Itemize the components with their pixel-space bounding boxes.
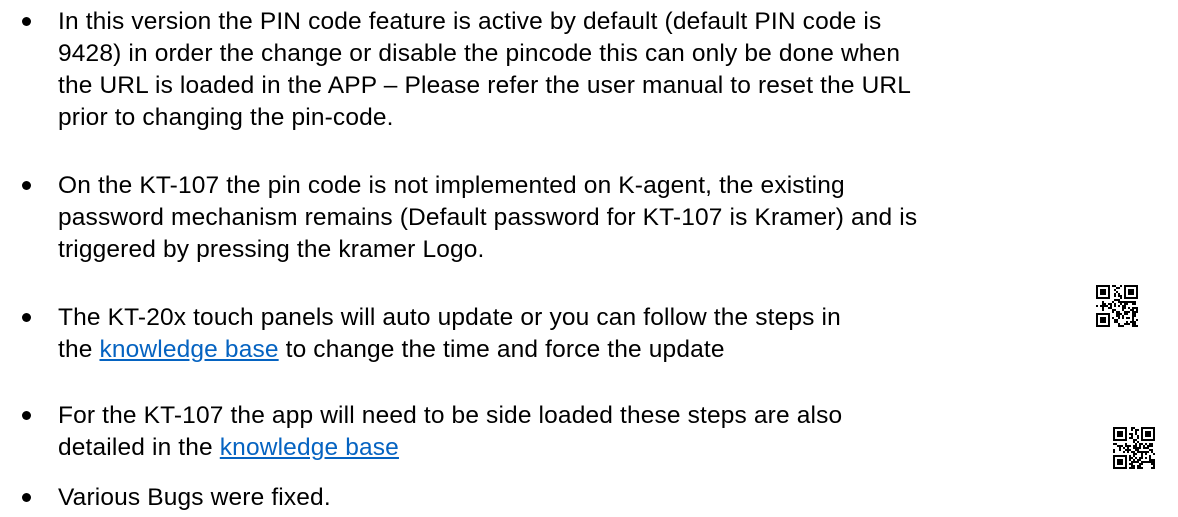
text-line: Various Bugs were fixed. — [58, 484, 331, 511]
text-line: the knowledge base to change the time an… — [58, 334, 1118, 366]
list-item-text: For the KT-107 the app will need to be s… — [58, 400, 1118, 464]
text-line: prior to changing the pin-code. — [58, 104, 394, 131]
text-line: For the KT-107 the app will need to be s… — [58, 402, 843, 429]
bullet-dot-icon — [22, 181, 31, 190]
bullet-list: In this version the PIN code feature is … — [0, 0, 1178, 517]
bullet-dot-icon — [22, 493, 31, 502]
list-item-text: The KT-20x touch panels will auto update… — [58, 302, 1118, 366]
bullet-dot-icon — [22, 17, 31, 26]
text-line: password mechanism remains (Default pass… — [58, 204, 918, 231]
text-fragment: to change the time and force the update — [278, 336, 725, 363]
text-line: triggered by pressing the kramer Logo. — [58, 236, 485, 263]
text-line: The KT-20x touch panels will auto update… — [58, 304, 841, 331]
text-line: In this version the PIN code feature is … — [58, 8, 882, 35]
knowledge-base-link[interactable]: knowledge base — [99, 336, 278, 363]
list-item-text: In this version the PIN code feature is … — [58, 6, 1118, 134]
text-line: 9428) in order the change or disable the… — [58, 40, 901, 67]
text-line: On the KT-107 the pin code is not implem… — [58, 172, 845, 199]
bullet-dot-icon — [22, 313, 31, 322]
qr-code-icon[interactable] — [1113, 424, 1155, 472]
text-line: detailed in the knowledge base — [58, 432, 1118, 464]
text-fragment: detailed in the — [58, 434, 220, 461]
text-line: the URL is loaded in the APP – Please re… — [58, 72, 912, 99]
text-fragment: the — [58, 336, 100, 363]
list-item-text: Various Bugs were fixed. — [58, 482, 1118, 514]
bullet-dot-icon — [22, 411, 31, 420]
list-item-text: On the KT-107 the pin code is not implem… — [58, 170, 1118, 266]
qr-code-icon[interactable] — [1096, 282, 1138, 330]
knowledge-base-link[interactable]: knowledge base — [220, 434, 399, 461]
